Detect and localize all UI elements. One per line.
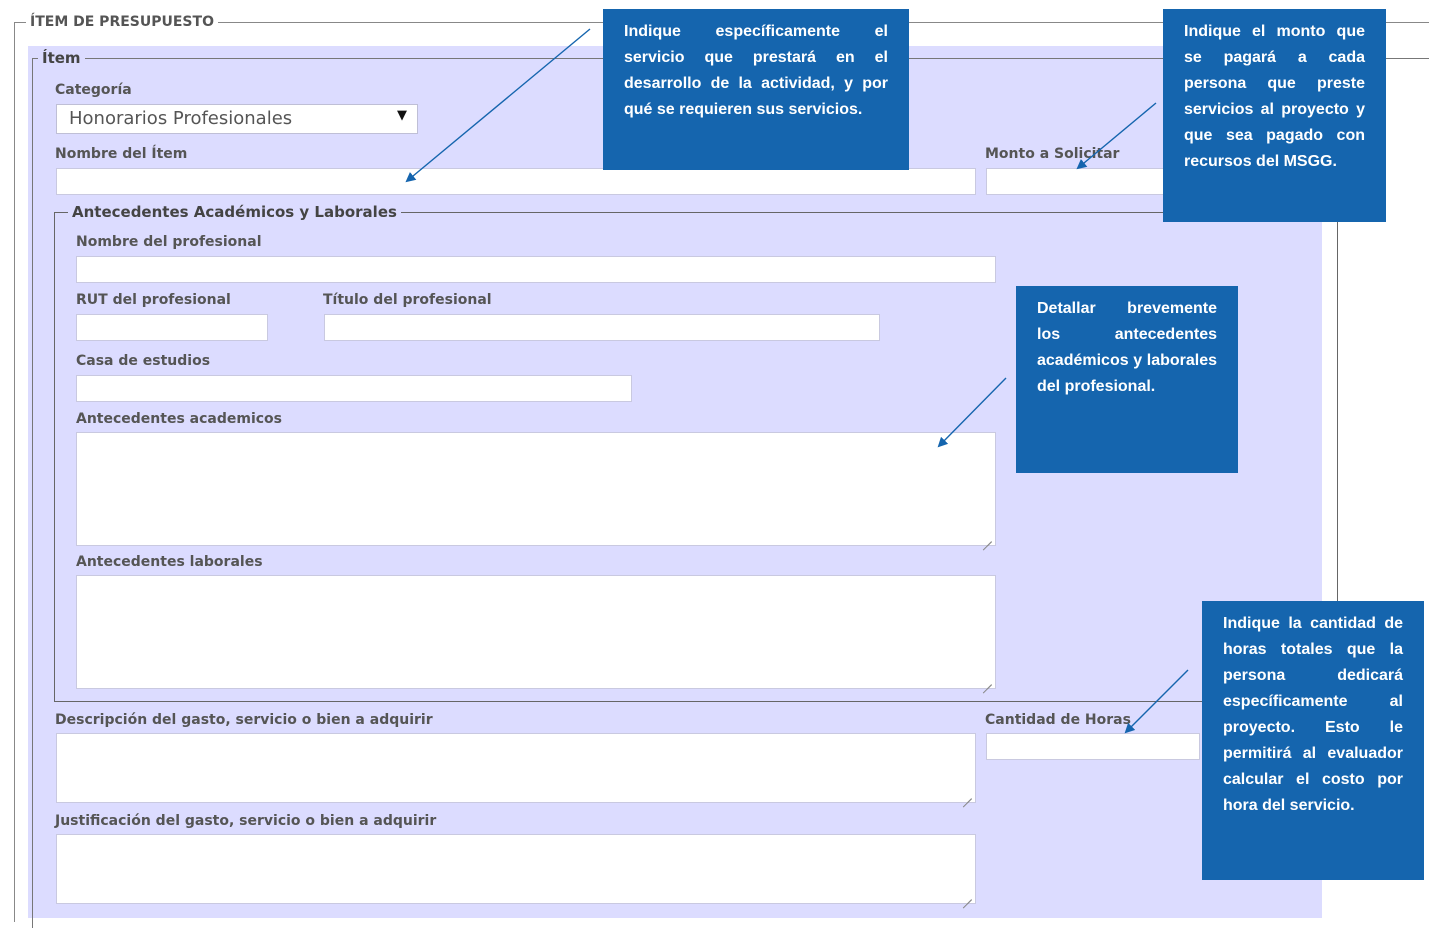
hours-label: Cantidad de Horas <box>985 712 1131 728</box>
academic-label: Antecedentes academicos <box>76 411 283 427</box>
description-label: Descripción del gasto, servicio o bien a… <box>55 712 433 728</box>
amount-label: Monto a Solicitar <box>985 146 1120 162</box>
justification-label: Justificación del gasto, servicio o bien… <box>55 813 437 829</box>
title-input[interactable] <box>324 314 880 341</box>
prof-name-input[interactable] <box>76 256 996 283</box>
item-name-input[interactable] <box>56 168 976 195</box>
resize-handle-icon[interactable] <box>962 789 972 799</box>
category-select[interactable]: Honorarios Profesionales ▼ <box>56 104 418 134</box>
school-input[interactable] <box>76 375 632 402</box>
prof-name-label: Nombre del profesional <box>76 234 262 250</box>
title-label: Título del profesional <box>323 292 492 308</box>
resize-handle-icon[interactable] <box>982 675 992 685</box>
callout-service: Indique específicamente el servicio que … <box>603 9 909 170</box>
academic-textarea[interactable] <box>76 432 996 546</box>
resize-handle-icon[interactable] <box>962 890 972 900</box>
description-textarea[interactable] <box>56 733 976 803</box>
justification-textarea[interactable] <box>56 834 976 904</box>
callout-amount: Indique el monto que se pagará a cada pe… <box>1163 9 1386 222</box>
amount-input[interactable] <box>986 168 1166 195</box>
callout-background: Detallar brevemente los antecedentes aca… <box>1016 286 1238 473</box>
background-legend: Antecedentes Académicos y Laborales <box>68 203 401 221</box>
hours-input[interactable] <box>986 733 1200 760</box>
category-selected-value: Honorarios Profesionales <box>69 108 293 129</box>
item-legend: Ítem <box>38 49 85 67</box>
budget-item-legend: ÍTEM DE PRESUPUESTO <box>26 14 218 30</box>
category-label: Categoría <box>55 82 132 98</box>
resize-handle-icon[interactable] <box>982 532 992 542</box>
work-textarea[interactable] <box>76 575 996 689</box>
work-label: Antecedentes laborales <box>76 554 263 570</box>
rut-label: RUT del profesional <box>76 292 231 308</box>
item-name-label: Nombre del Ítem <box>55 146 188 162</box>
rut-input[interactable] <box>76 314 268 341</box>
school-label: Casa de estudios <box>76 353 211 369</box>
callout-hours: Indique la cantidad de horas totales que… <box>1202 601 1424 880</box>
chevron-down-icon: ▼ <box>397 108 407 123</box>
